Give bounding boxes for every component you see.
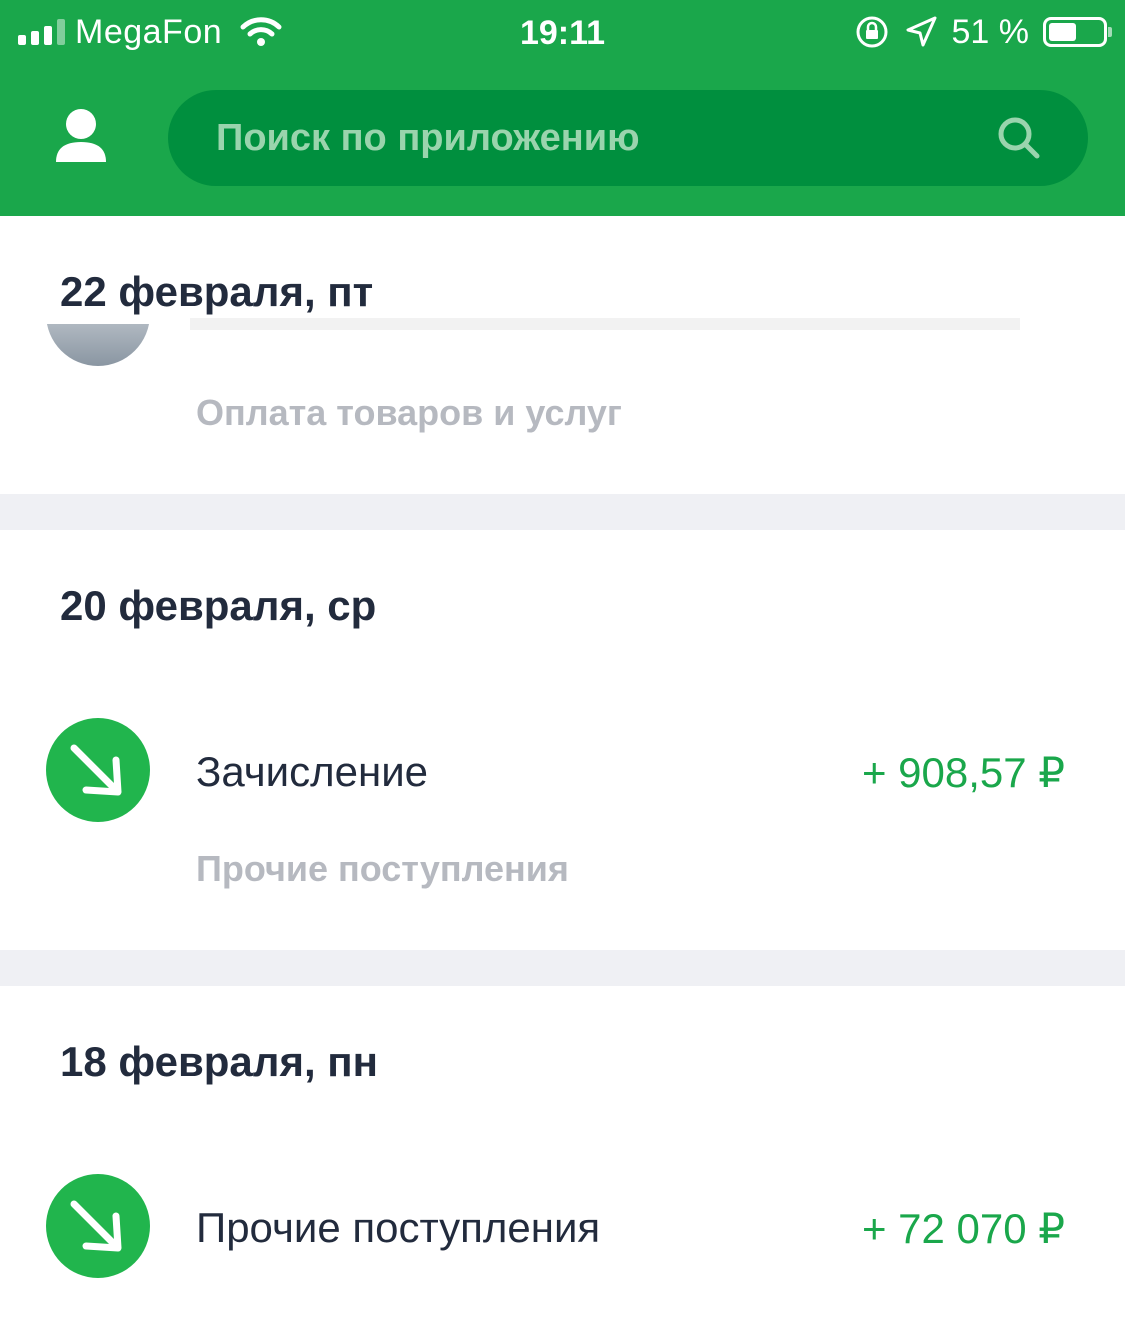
incoming-arrow-icon bbox=[46, 1174, 150, 1278]
date-header: 22 февраля, пт bbox=[60, 268, 374, 315]
battery-icon bbox=[1043, 17, 1112, 47]
operation-amount: + 72 070 ₽ bbox=[861, 1205, 1065, 1252]
status-right: 51 % bbox=[854, 12, 1112, 51]
battery-fill bbox=[1049, 23, 1076, 41]
location-arrow-icon bbox=[906, 16, 936, 47]
operation-title[interactable]: Зачисление bbox=[196, 748, 428, 796]
section-separator bbox=[0, 494, 1125, 530]
operation-title[interactable]: Прочие поступления bbox=[196, 1204, 600, 1252]
battery-percent: 51 % bbox=[951, 12, 1030, 51]
date-header: 20 февраля, ср bbox=[60, 582, 377, 629]
incoming-arrow-icon bbox=[46, 718, 150, 822]
operation-amount: + 908,57 ₽ bbox=[861, 749, 1065, 796]
section-separator bbox=[0, 950, 1125, 986]
app-header: MegaFon 19:11 51 % Поиск по приложению bbox=[0, 0, 1125, 216]
operation-category: Прочие поступления bbox=[196, 848, 569, 889]
profile-icon[interactable] bbox=[48, 106, 114, 172]
operation-category[interactable]: Оплата товаров и услуг bbox=[196, 392, 622, 434]
status-bar: MegaFon 19:11 51 % bbox=[0, 0, 1125, 66]
scrolled-row-remnant bbox=[190, 318, 1020, 330]
search-placeholder: Поиск по приложению bbox=[216, 117, 640, 159]
orientation-lock-icon bbox=[856, 16, 887, 48]
search-bar[interactable]: Поиск по приложению bbox=[168, 90, 1088, 186]
search-icon[interactable] bbox=[996, 115, 1042, 161]
date-header: 18 февраля, пн bbox=[60, 1038, 379, 1085]
